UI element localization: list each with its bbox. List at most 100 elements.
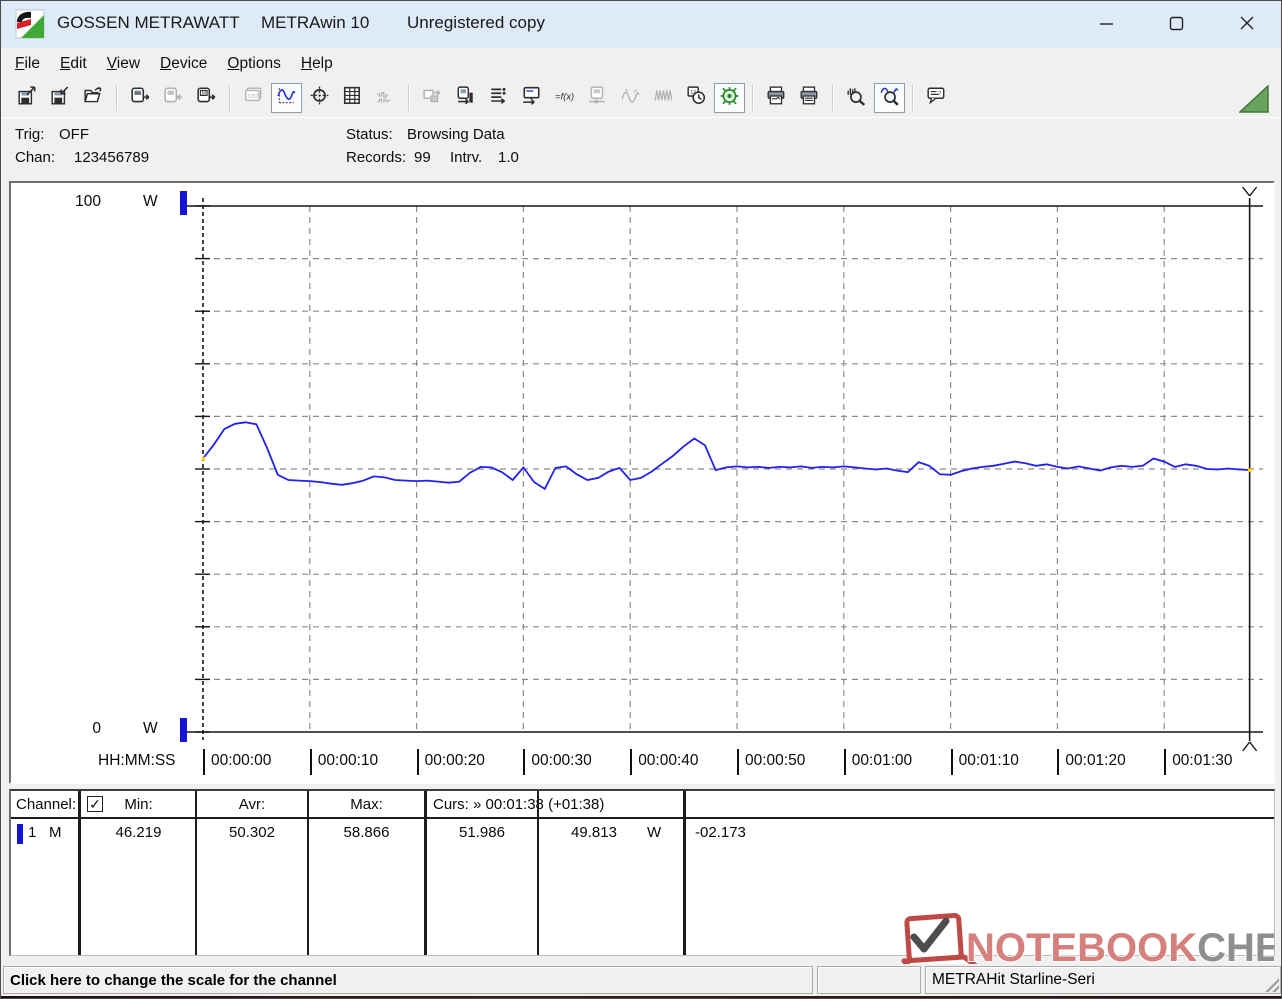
y-axis-bottom-channel-marker[interactable] [180, 718, 187, 742]
x-axis-tick [310, 749, 312, 775]
power-curve[interactable] [203, 422, 1250, 489]
configure-device-button[interactable] [450, 83, 481, 113]
view-bar-graph-button [370, 83, 401, 113]
floppy-in-icon [51, 86, 70, 111]
status-hint-text: Click here to change the scale for the c… [10, 972, 337, 989]
svg-text:M: M [202, 90, 206, 96]
print-chart-button[interactable] [761, 83, 792, 113]
y-axis-top-label: 100 [65, 193, 101, 211]
printer-doc-icon [800, 86, 819, 111]
menu-item-help[interactable]: Help [291, 51, 343, 77]
view-data-table-button[interactable] [337, 83, 368, 113]
status-device-segment[interactable]: METRAHit Starline-Seri [925, 966, 1281, 994]
close-button[interactable] [1224, 1, 1270, 45]
records-label: Records: [346, 149, 406, 166]
memory-device-button[interactable]: M [191, 83, 222, 113]
app-window: GOSSEN METRAWATT METRAwin 10 Unregistere… [0, 0, 1282, 999]
y-axis-top-unit: W [143, 193, 158, 211]
cursor-a-marker [202, 457, 206, 461]
svg-text:321: 321 [167, 90, 174, 95]
configure-channels-button[interactable] [483, 83, 514, 113]
menu-item-view[interactable]: View [97, 51, 150, 77]
minimize-button[interactable] [1083, 1, 1129, 45]
table-divider [424, 791, 427, 955]
resize-grip[interactable] [1263, 976, 1279, 992]
stat-avr-value: 50.302 [197, 824, 307, 841]
chart-plot[interactable] [11, 183, 1273, 782]
chart-panel: 100 W 0 W HH:MM:SS 00:00:0000:00:1000:00… [9, 181, 1275, 784]
device-tools-icon [456, 86, 475, 111]
col-header-min: Min: [81, 796, 196, 813]
y-axis-bottom-label: 0 [65, 720, 101, 738]
stat-min-value: 46.219 [81, 824, 196, 841]
table-divider [307, 791, 309, 955]
menu-item-device[interactable]: Device [150, 51, 217, 77]
minimize-icon [1099, 16, 1114, 31]
status-hint-segment[interactable]: Click here to change the scale for the c… [3, 966, 813, 994]
live-bug-monitor-button[interactable] [714, 83, 745, 113]
configure-monitor-button[interactable] [516, 83, 547, 113]
toolbar: 321 321 M 1257 =f(x) 12? [1, 79, 1281, 117]
table-header-divider [11, 817, 1274, 819]
save-file-button[interactable] [45, 83, 76, 113]
x-axis-tick [1164, 749, 1166, 775]
measurement-info-panel: Trig: OFF Chan: 123456789 Status: Browsi… [1, 117, 1281, 179]
zoom-curve-button[interactable] [874, 83, 905, 113]
monitor-tools-icon [522, 86, 541, 111]
title-bar: GOSSEN METRAWATT METRAwin 10 Unregistere… [1, 1, 1281, 48]
toolbar-separator [116, 85, 118, 111]
x-axis-tick [203, 749, 205, 775]
transfer-data-button [417, 83, 448, 113]
y-axis-top-channel-marker[interactable] [180, 191, 187, 215]
show-tooltip-button[interactable]: ? [921, 83, 952, 113]
envelope-single-button [615, 83, 646, 113]
view-curve-chart-button[interactable] [271, 83, 302, 113]
status-value: Browsing Data [407, 126, 505, 143]
timed-recording-button[interactable]: 12 [681, 83, 712, 113]
x-axis-tick [630, 749, 632, 775]
col-header-avr: Avr: [197, 796, 307, 813]
x-axis-tick [951, 749, 953, 775]
clock-device-icon: 12 [687, 86, 706, 111]
print-report-button[interactable] [794, 83, 825, 113]
envelope-dense-button [648, 83, 679, 113]
x-axis-format-label: HH:MM:SS [98, 752, 176, 770]
close-icon [1239, 15, 1255, 31]
table-divider [683, 791, 686, 955]
xy-chart-icon [310, 86, 329, 111]
meter-arrow-left-icon: 321 [164, 86, 183, 111]
maximize-button[interactable] [1153, 1, 1199, 45]
menu-item-edit[interactable]: Edit [50, 51, 97, 77]
transfer-icon [423, 86, 442, 111]
toolbar-separator [912, 85, 914, 111]
toolbar-separator [832, 85, 834, 111]
read-device-button[interactable]: 321 [125, 83, 156, 113]
zoom-horizontal-button[interactable] [841, 83, 872, 113]
col-header-channel: Channel: [16, 796, 76, 813]
table-divider [78, 791, 81, 955]
stat-max-value: 58.866 [309, 824, 424, 841]
x-axis-tick [417, 749, 419, 775]
export-file-button[interactable] [12, 83, 43, 113]
x-axis-tick-label: 00:00:10 [318, 752, 378, 770]
view-xy-chart-button[interactable] [304, 83, 335, 113]
digital-display-icon: 1257 [244, 86, 263, 111]
menu-item-options[interactable]: Options [217, 51, 290, 77]
x-axis-tick-label: 00:01:00 [852, 752, 912, 770]
x-axis-tick-label: 00:00:00 [211, 752, 271, 770]
x-axis-tick-label: 00:01:10 [959, 752, 1019, 770]
meter-m-icon: M [197, 86, 216, 111]
meter-slider-icon [588, 86, 607, 111]
status-bar: Click here to change the scale for the c… [1, 964, 1281, 996]
trig-value: OFF [59, 126, 89, 143]
menu-item-file[interactable]: File [5, 51, 50, 77]
meter-arrow-right-icon: 321 [131, 86, 150, 111]
status-label: Status: [346, 126, 393, 143]
channel-color-marker[interactable] [17, 824, 23, 844]
formula-editor-button[interactable]: =f(x) [549, 83, 580, 113]
chan-label: Chan: [15, 149, 55, 166]
cursor-stats-table: Channel: ✓ Min: Avr: Max: Curs: » 00:01:… [9, 789, 1275, 956]
svg-text:1257: 1257 [247, 94, 258, 100]
resize-corner-icon[interactable] [1239, 85, 1269, 113]
open-file-button[interactable] [78, 83, 109, 113]
